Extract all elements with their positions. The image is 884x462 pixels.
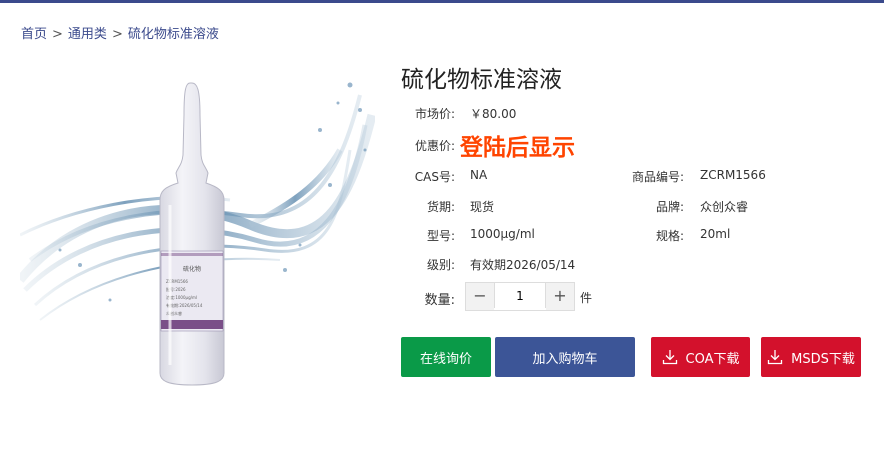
vial-graphic: 硫化物 ZCRM1566 批号:2026 浓度:1000μg/ml 有效期:20… [159, 82, 225, 386]
top-accent-bar [0, 0, 884, 3]
level-value: 有效期2026/05/14 [470, 258, 576, 272]
brand-label: 品牌: [655, 200, 684, 214]
cas-value: NA [470, 168, 488, 182]
plus-icon[interactable]: + [546, 283, 574, 310]
breadcrumb-current[interactable]: 硫化物标准溶液 [128, 27, 219, 42]
download-icon [767, 350, 783, 365]
quantity-unit: 件 [580, 291, 593, 305]
add-to-cart-button-label: 加入购物车 [532, 351, 598, 367]
brand-value: 众创众睿 [700, 200, 749, 214]
product-image-vial: 硫化物 ZCRM1566 批号:2026 浓度:1000μg/ml 有效期:20… [16, 82, 377, 386]
msds-download-button[interactable]: MSDS下载 [761, 337, 861, 377]
stock-value: 现货 [470, 200, 495, 214]
model-label: 型号: [426, 229, 455, 243]
breadcrumb-category[interactable]: 通用类 [68, 27, 107, 42]
quantity-input[interactable] [494, 283, 546, 308]
level-label: 级别: [426, 258, 455, 272]
market-price-label: 市场价: [414, 107, 455, 121]
coa-download-label: COA下载 [685, 351, 740, 367]
stock-label: 货期: [426, 200, 455, 214]
quantity-label: 数量: [424, 293, 455, 308]
breadcrumb-home[interactable]: 首页 [21, 27, 47, 42]
msds-download-label: MSDS下载 [791, 351, 855, 367]
inquiry-button-label: 在线询价 [419, 351, 472, 367]
vial-label-line: 有效期:2026/05/14 [166, 302, 203, 308]
promo-price-label: 优惠价: [414, 139, 455, 153]
cas-label: CAS号: [414, 170, 455, 184]
product-code-label: 商品编号: [631, 170, 684, 184]
vial-label-title: 硫化物 [183, 265, 201, 273]
breadcrumb: 首页 > 通用类 > 硫化物标准溶液 [21, 23, 219, 42]
spec-label: 规格: [655, 229, 684, 243]
add-to-cart-button[interactable]: 加入购物车 [495, 337, 635, 377]
product-title: 硫化物标准溶液 [401, 67, 562, 93]
inquiry-button[interactable]: 在线询价 [401, 337, 491, 377]
vial-label-line: 众创众睿 [166, 310, 182, 316]
coa-download-button[interactable]: COA下载 [651, 337, 750, 377]
market-price-value: ￥80.00 [470, 107, 517, 121]
breadcrumb-separator: > [52, 27, 63, 42]
spec-value: 20ml [700, 227, 731, 241]
download-icon [662, 350, 677, 365]
breadcrumb-separator: > [111, 27, 123, 42]
product-image: 硫化物 ZCRM1566 批号:2026 浓度:1000μg/ml 有效期:20… [16, 55, 377, 390]
quantity-stepper: − + [465, 282, 575, 311]
product-code-value: ZCRM1566 [700, 168, 766, 182]
minus-icon[interactable]: − [466, 283, 494, 310]
promo-price-login-text[interactable]: 登陆后显示 [460, 128, 575, 162]
model-value: 1000μg/ml [470, 227, 535, 241]
